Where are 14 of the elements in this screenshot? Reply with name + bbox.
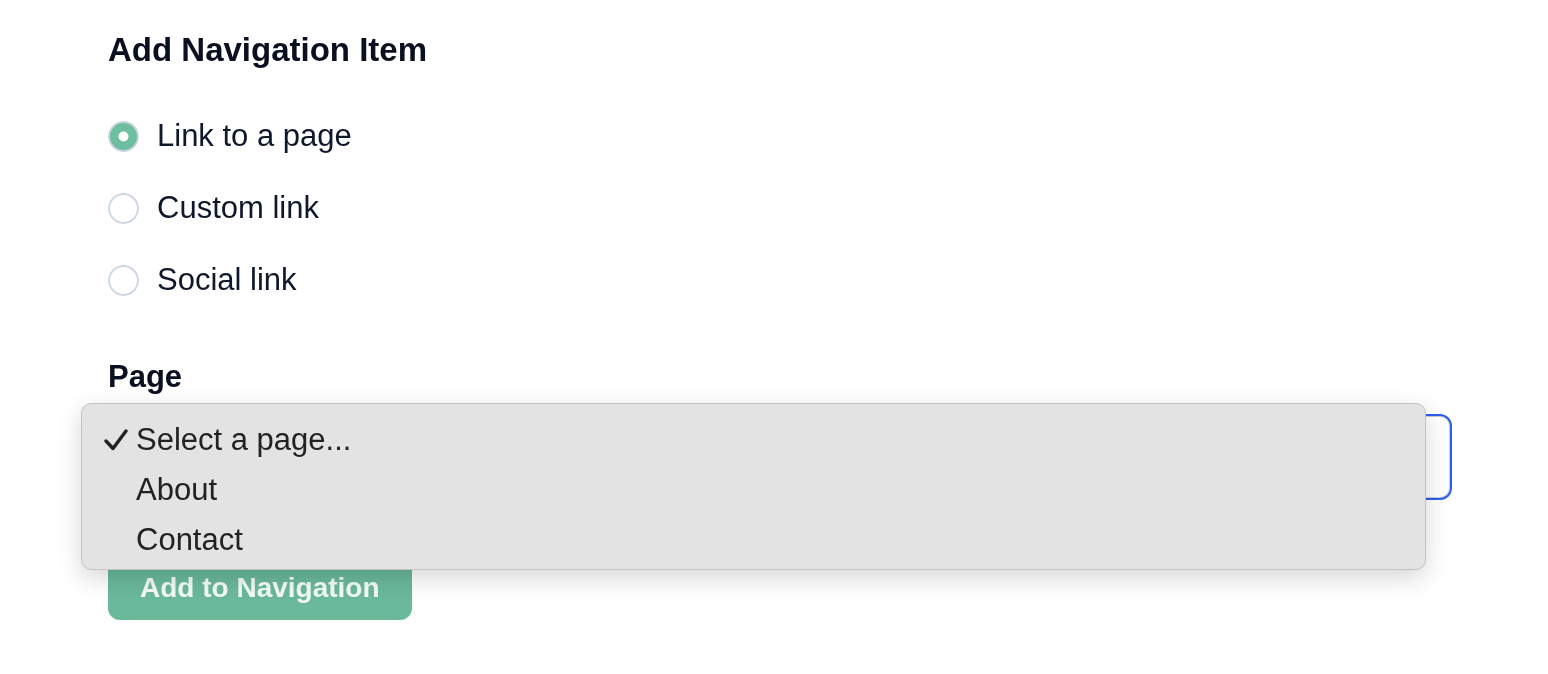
radio-option[interactable]: Custom link	[108, 172, 319, 244]
radio-label: Link to a page	[157, 117, 352, 155]
dropdown-option[interactable]: Select a page...	[82, 415, 1425, 465]
field-label: Page	[108, 358, 183, 396]
dropdown-option[interactable]: About	[82, 465, 1425, 515]
radio-label: Social link	[157, 261, 297, 299]
radio-button[interactable]	[108, 264, 139, 296]
form-heading: Add Navigation Item	[108, 30, 428, 70]
radio-button[interactable]	[108, 192, 139, 224]
radio-button[interactable]	[108, 120, 139, 152]
radio-option[interactable]: Link to a page	[108, 100, 352, 172]
radio-label: Custom link	[157, 189, 319, 227]
radio-option[interactable]: Social link	[108, 244, 297, 316]
checkmark-icon	[104, 429, 128, 451]
